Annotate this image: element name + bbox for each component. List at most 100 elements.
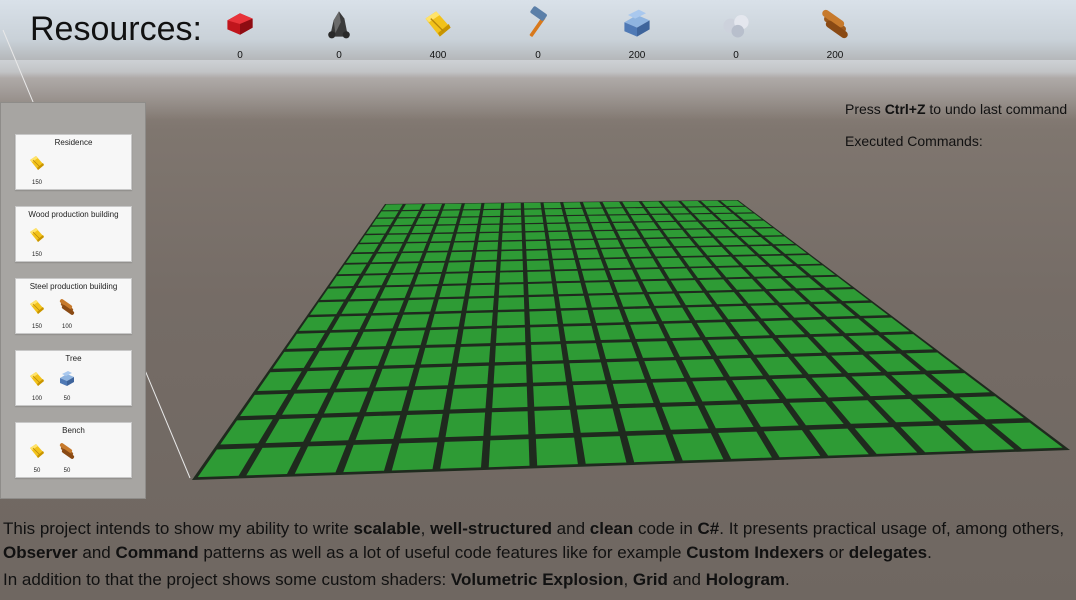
grid-tile[interactable] [407,234,431,242]
grid-tile[interactable] [503,216,522,224]
grid-tile[interactable] [528,283,554,295]
grid-tile[interactable] [535,437,578,466]
grid-tile[interactable] [419,210,440,217]
grid-tile[interactable] [493,364,527,384]
grid-tile[interactable] [606,361,645,381]
grid-tile[interactable] [415,218,437,225]
grid-tile[interactable] [534,409,574,435]
grid-tile[interactable] [461,210,481,217]
grid-tile[interactable] [400,413,443,439]
grid-tile[interactable] [446,262,471,272]
grid-tile[interactable] [439,285,467,298]
grid-tile[interactable] [605,208,627,215]
grid-tile[interactable] [582,202,602,208]
grid-tile[interactable] [569,362,606,382]
grid-tile[interactable] [544,209,564,216]
grid-tile[interactable] [531,344,563,362]
building-card[interactable]: Steel production building 150 100 [15,278,132,334]
grid-tile[interactable] [494,345,526,363]
grid-tile[interactable] [411,225,434,233]
grid-tile[interactable] [463,203,482,210]
grid-tile[interactable] [525,224,545,232]
grid-tile[interactable] [565,208,585,215]
grid-tile[interactable] [566,215,587,223]
grid-tile[interactable] [481,217,500,224]
grid-tile[interactable] [440,440,483,469]
grid-tile[interactable] [552,259,577,270]
grid-tile[interactable] [588,295,619,308]
grid-tile[interactable] [602,201,623,208]
grid-tile[interactable] [576,249,601,259]
grid-tile[interactable] [527,271,552,282]
grid-tile[interactable] [563,325,596,341]
grid-tile[interactable] [525,240,547,250]
grid-tile[interactable] [581,436,627,464]
grid-tile[interactable] [473,261,497,272]
grid-tile[interactable] [596,324,631,340]
grid-tile[interactable] [558,295,587,309]
grid-tile[interactable] [479,224,500,232]
grid-tile[interactable] [502,224,522,232]
grid-tile[interactable] [533,385,570,407]
grid-tile[interactable] [466,298,494,311]
grid-tile[interactable] [450,387,487,410]
grid-tile[interactable] [530,326,561,342]
grid-tile[interactable] [594,231,617,239]
grid-tile[interactable] [551,249,575,259]
grid-tile[interactable] [414,273,442,285]
grid-tile[interactable] [503,209,522,216]
grid-tile[interactable] [497,297,525,310]
grid-tile[interactable] [454,365,489,385]
grid-tile[interactable] [561,310,591,324]
grid-tile[interactable] [459,217,479,225]
grid-tile[interactable] [597,239,622,248]
grid-tile[interactable] [566,343,601,361]
building-card[interactable]: Wood production building 150 [15,206,132,262]
grid-tile[interactable] [500,261,523,271]
grid-tile[interactable] [569,223,590,231]
grid-tile[interactable] [423,252,448,262]
grid-tile[interactable] [420,347,455,365]
grid-tile[interactable] [471,272,496,284]
grid-tile[interactable] [613,222,636,230]
grid-tile[interactable] [502,232,522,241]
grid-tile[interactable] [543,202,562,209]
grid-tile[interactable] [532,363,567,383]
grid-tile[interactable] [434,225,456,233]
grid-tile[interactable] [601,248,626,258]
grid-tile[interactable] [437,217,458,225]
grid-tile[interactable] [613,281,643,293]
grid-tile[interactable] [452,242,475,251]
grid-tile[interactable] [408,388,448,411]
grid-tile[interactable] [571,231,594,239]
grid-tile[interactable] [578,259,605,269]
grid-tile[interactable] [449,251,473,261]
grid-tile[interactable] [547,223,568,231]
grid-tile[interactable] [497,311,525,326]
grid-tile[interactable] [601,342,638,359]
grid-tile[interactable] [478,232,499,241]
grid-tile[interactable] [604,258,632,269]
grid-tile[interactable] [591,223,613,230]
grid-tile[interactable] [609,215,631,222]
grid-tile[interactable] [588,215,609,223]
grid-tile[interactable] [391,442,438,471]
grid-tile[interactable] [488,439,530,468]
grid-tile[interactable] [426,329,459,345]
grid-tile[interactable] [483,203,502,209]
grid-tile[interactable] [496,327,526,344]
grid-tile[interactable] [476,241,499,251]
grid-tile[interactable] [454,233,476,242]
grid-tile[interactable] [556,282,584,295]
grid-tile[interactable] [573,384,612,406]
grid-tile[interactable] [490,411,529,436]
grid-tile[interactable] [526,260,550,271]
grid-tile[interactable] [414,366,452,387]
grid-tile[interactable] [442,273,469,284]
grid-tile[interactable] [427,242,451,251]
grid-tile[interactable] [482,209,501,217]
grid-tile[interactable] [585,208,606,215]
grid-tile[interactable] [464,312,493,327]
grid-tile[interactable] [397,314,430,329]
grid-tile[interactable] [431,313,462,328]
